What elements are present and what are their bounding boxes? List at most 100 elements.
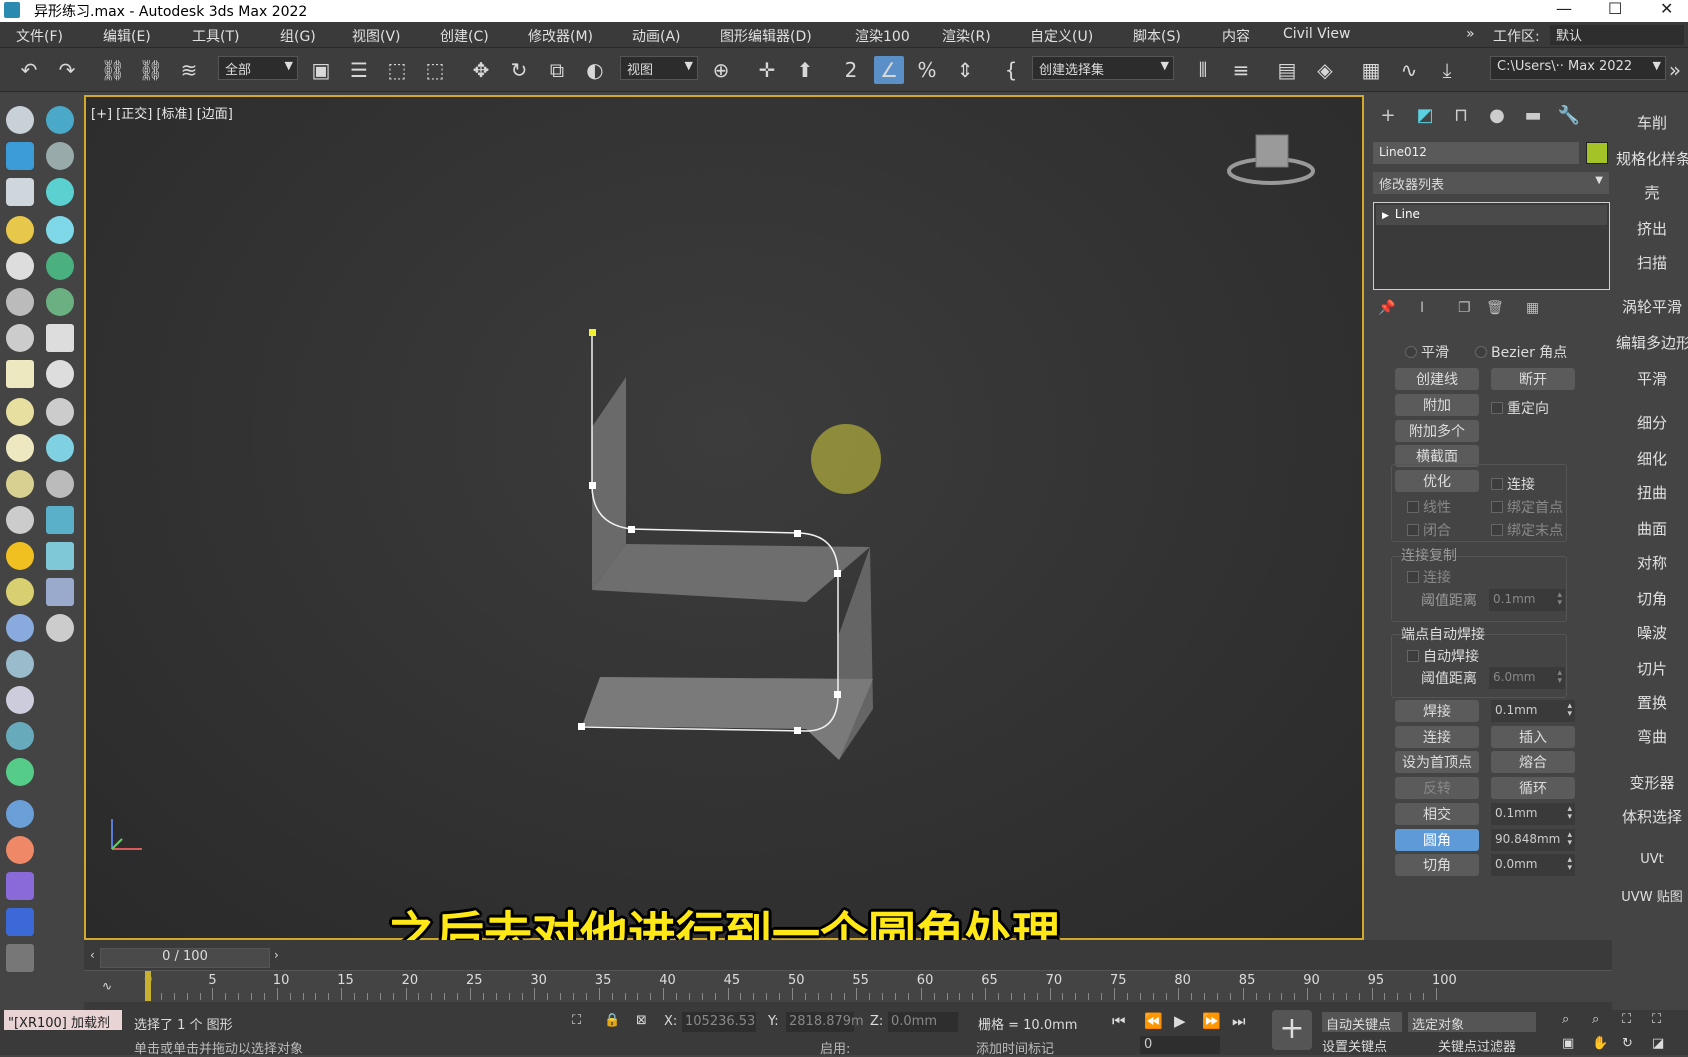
mod-edit-poly[interactable]: 编辑多边形 <box>1616 332 1688 353</box>
ribbon-icon[interactable]: ▦ <box>1356 56 1386 84</box>
fillet-button[interactable]: 圆角 <box>1395 829 1479 851</box>
curve-editor-icon[interactable]: ∿ <box>1394 56 1424 84</box>
linear-checkbox[interactable]: 线性 <box>1407 497 1451 517</box>
light-icon[interactable] <box>6 216 34 244</box>
show-end-result-icon[interactable]: Ι <box>1420 300 1424 316</box>
mod-twist[interactable]: 扭曲 <box>1616 482 1688 503</box>
timeline-track[interactable]: ∿ 05101520253035404550556065707580859095… <box>84 970 1612 1002</box>
stack-item-line[interactable]: ▶ Line <box>1376 205 1607 225</box>
grid-icon[interactable] <box>46 578 74 606</box>
zoom-extents-all-icon[interactable]: ⛶ <box>1652 1012 1661 1027</box>
rotate-icon[interactable]: ↻ <box>504 56 534 84</box>
mirror-icon[interactable]: ⫴ <box>1188 56 1218 84</box>
project-path-dropdown[interactable]: C:\Users\·· Max 2022 ▼ <box>1490 56 1666 80</box>
align-icon[interactable]: ≡ <box>1226 56 1256 84</box>
viewport-perspective[interactable]: [+] [正交] [标准] [边面] 之后去对他进行到一个圆角处理 <box>84 95 1364 963</box>
time-slider[interactable]: 0 / 100 <box>100 948 270 968</box>
mod-surface[interactable]: 曲面 <box>1616 518 1688 539</box>
ball-icon[interactable] <box>6 578 34 606</box>
attach-button[interactable]: 附加 <box>1395 394 1479 416</box>
create-line-button[interactable]: 创建线 <box>1395 368 1479 390</box>
refine-button[interactable]: 优化 <box>1395 470 1479 492</box>
select-object-icon[interactable]: ▣ <box>306 56 336 84</box>
zoom-extents-icon[interactable]: ⛶ <box>1622 1012 1631 1027</box>
mod-noise[interactable]: 噪波 <box>1616 622 1688 643</box>
bulb-icon[interactable] <box>46 470 74 498</box>
mod-lathe[interactable]: 车削 <box>1616 112 1688 133</box>
edit-named-sel-icon[interactable]: { <box>996 56 1026 84</box>
motion-tab-icon[interactable]: ● <box>1482 100 1512 130</box>
placement-icon[interactable]: ◐ <box>580 56 610 84</box>
toolbar-overflow-icon[interactable]: » <box>1664 56 1686 84</box>
abs-mode-icon[interactable]: ⊠ <box>636 1013 647 1028</box>
dummy-icon[interactable] <box>6 324 34 352</box>
mod-tessellate[interactable]: 细化 <box>1616 448 1688 469</box>
mod-bend[interactable]: 弯曲 <box>1616 726 1688 747</box>
menu-modifiers[interactable]: 修改器(M) <box>528 26 593 46</box>
mod-morpher[interactable]: 变形器 <box>1616 772 1688 793</box>
menu-group[interactable]: 组(G) <box>280 26 316 46</box>
light-bulb-icon[interactable] <box>46 178 74 206</box>
menu-overflow-icon[interactable]: » <box>1466 26 1475 42</box>
mod-shell[interactable]: 壳 <box>1616 182 1688 203</box>
viewport-icon[interactable] <box>6 142 34 170</box>
close-button[interactable]: ✕ <box>1660 0 1673 18</box>
monitor-icon[interactable] <box>46 542 74 570</box>
teapot2-icon[interactable] <box>6 470 34 498</box>
mod-smooth[interactable]: 平滑 <box>1616 368 1688 389</box>
maximize-button[interactable]: ☐ <box>1608 0 1622 18</box>
spinner-snap-icon[interactable]: ⇕ <box>950 56 980 84</box>
zoom-all-icon[interactable]: ⌕ <box>1592 1012 1599 1027</box>
prev-frame-icon[interactable]: ‹ <box>90 948 95 962</box>
percent-snap-icon[interactable]: % <box>912 56 942 84</box>
z-field[interactable]: 0.0mm <box>888 1012 958 1032</box>
move-icon[interactable]: ✥ <box>466 56 496 84</box>
pivot-center-icon[interactable]: ⊕ <box>706 56 736 84</box>
connect-button[interactable]: 连接 <box>1395 726 1479 748</box>
mod-volume-select[interactable]: 体积选择 <box>1616 806 1688 827</box>
configure-sets-icon[interactable]: ▦ <box>1526 300 1539 316</box>
camera2-icon[interactable] <box>46 142 74 170</box>
menu-content[interactable]: 内容 <box>1222 26 1250 46</box>
connect-checkbox[interactable]: 连接 <box>1491 474 1535 494</box>
menu-create[interactable]: 创建(C) <box>440 26 489 46</box>
cycle-button[interactable]: 循环 <box>1491 777 1575 799</box>
pine-icon[interactable] <box>46 288 74 316</box>
snap-toggle-icon[interactable]: 2 <box>836 56 866 84</box>
chamfer-spinner[interactable]: 0.0mm ▴ ▾ <box>1491 854 1575 876</box>
key-filters-button[interactable]: 关键点过滤器 <box>1438 1036 1516 1055</box>
redo-icon[interactable]: ↷ <box>52 56 82 84</box>
mod-subdivide[interactable]: 细分 <box>1616 412 1688 433</box>
pin-stack-icon[interactable]: 📌 <box>1378 300 1395 316</box>
teapot-icon[interactable] <box>6 106 34 134</box>
rect-selection-icon[interactable]: ⬚ <box>382 56 412 84</box>
opt-bezier-corner[interactable]: Bezier 角点 <box>1475 342 1567 362</box>
mod-turbosmooth[interactable]: 涡轮平滑 <box>1616 296 1688 317</box>
isolate-icon[interactable]: ⛶ <box>572 1013 581 1028</box>
menu-customize[interactable]: 自定义(U) <box>1030 26 1093 46</box>
next-frame-icon[interactable]: › <box>274 948 279 962</box>
menu-edit[interactable]: 编辑(E) <box>103 26 151 46</box>
menu-view[interactable]: 视图(V) <box>352 26 401 46</box>
prev-key-icon[interactable]: ⏪ <box>1144 1012 1163 1030</box>
expand-arrow-icon[interactable]: ▶ <box>1382 211 1389 221</box>
modify-tab-icon[interactable]: ◩ <box>1410 100 1440 130</box>
mod-sweep[interactable]: 扫描 <box>1616 252 1688 273</box>
panel-icon[interactable] <box>46 506 74 534</box>
weld-spinner[interactable]: 0.1mm ▴ ▾ <box>1491 700 1575 722</box>
select-manipulate-icon[interactable]: ✛ <box>752 56 782 84</box>
text-icon[interactable] <box>46 324 74 352</box>
compound-icon[interactable] <box>6 686 34 714</box>
make-unique-icon[interactable]: ❐ <box>1458 300 1471 316</box>
named-selection-dropdown[interactable]: 创建选择集 ▼ <box>1032 56 1174 80</box>
break-button[interactable]: 断开 <box>1491 368 1575 390</box>
window-crossing-icon[interactable]: ⬚ <box>420 56 450 84</box>
cameras-icon[interactable] <box>6 252 34 280</box>
orbit-icon[interactable]: ↻ <box>1622 1036 1633 1051</box>
mod-displace[interactable]: 置换 <box>1616 692 1688 713</box>
pan-icon[interactable]: ✋ <box>1592 1036 1608 1051</box>
minimize-button[interactable]: — <box>1556 0 1572 18</box>
next-key-icon[interactable]: ⏩ <box>1202 1012 1221 1030</box>
link-icon[interactable]: ⛓ <box>98 56 128 84</box>
go-end-icon[interactable]: ⏭ <box>1232 1012 1246 1030</box>
